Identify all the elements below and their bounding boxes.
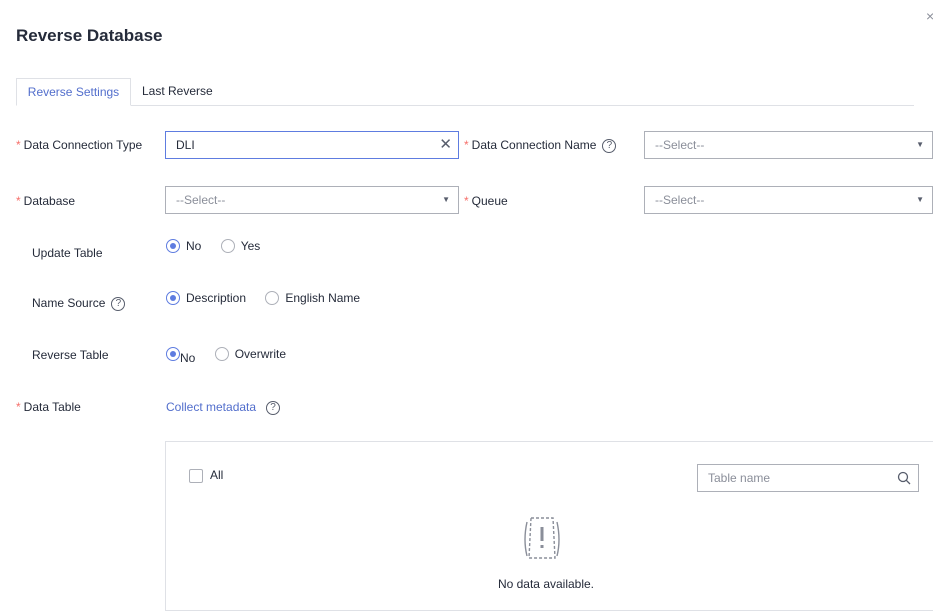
table-name-search-placeholder: Table name bbox=[708, 471, 771, 485]
reverse-table-no-radio[interactable] bbox=[166, 346, 180, 361]
update-table-no-radio[interactable] bbox=[166, 238, 180, 253]
close-dialog-icon[interactable]: × bbox=[926, 8, 933, 24]
dialog-title: Reverse Database bbox=[16, 26, 163, 45]
reverse-table-overwrite-label[interactable]: Overwrite bbox=[235, 347, 286, 361]
data-table-label: * Data Table bbox=[16, 400, 81, 414]
reverse-table-no-label[interactable]: No bbox=[180, 351, 195, 365]
queue-label: * Queue bbox=[464, 194, 508, 208]
name-source-radio-group: Description English Name bbox=[166, 290, 376, 305]
data-connection-type-value: DLI bbox=[176, 138, 195, 152]
queue-select[interactable]: --Select-- ▼ bbox=[644, 186, 933, 214]
select-all-label[interactable]: All bbox=[210, 468, 223, 482]
collect-metadata-link[interactable]: Collect metadata bbox=[166, 400, 256, 414]
search-icon[interactable] bbox=[897, 471, 911, 485]
tab-bar: Reverse Settings Last Reverse bbox=[16, 78, 914, 106]
help-icon[interactable]: ? bbox=[266, 400, 281, 415]
required-asterisk: * bbox=[16, 194, 21, 208]
collect-metadata-row: Collect metadata? bbox=[166, 400, 281, 415]
tab-last-reverse[interactable]: Last Reverse bbox=[132, 78, 223, 106]
data-table-panel: All Table name No data available. bbox=[165, 441, 933, 611]
data-connection-type-input[interactable]: DLI ✕ bbox=[165, 131, 459, 159]
database-select[interactable]: --Select-- ▼ bbox=[165, 186, 459, 214]
name-source-english-name-radio[interactable] bbox=[265, 290, 280, 305]
chevron-down-icon: ▼ bbox=[916, 195, 924, 204]
update-table-yes-label[interactable]: Yes bbox=[241, 239, 261, 253]
update-table-yes-radio[interactable] bbox=[220, 238, 235, 253]
required-asterisk: * bbox=[464, 138, 469, 152]
data-connection-name-label: * Data Connection Name? bbox=[464, 138, 617, 153]
close-icon[interactable]: ✕ bbox=[439, 132, 452, 158]
update-table-label: Update Table bbox=[32, 246, 103, 260]
help-icon[interactable]: ? bbox=[602, 138, 617, 153]
chevron-down-icon: ▼ bbox=[442, 195, 450, 204]
update-table-no-label[interactable]: No bbox=[186, 239, 201, 253]
table-name-search-input[interactable]: Table name bbox=[697, 464, 919, 492]
empty-state-icon bbox=[524, 517, 560, 559]
chevron-down-icon: ▼ bbox=[916, 140, 924, 149]
data-connection-name-placeholder: --Select-- bbox=[655, 138, 705, 152]
update-table-radio-group: No Yes bbox=[166, 238, 276, 253]
name-source-description-label[interactable]: Description bbox=[186, 291, 246, 305]
help-icon[interactable]: ? bbox=[111, 296, 126, 311]
reverse-table-label: Reverse Table bbox=[32, 348, 109, 362]
queue-placeholder: --Select-- bbox=[655, 193, 705, 207]
database-placeholder: --Select-- bbox=[176, 193, 226, 207]
name-source-english-name-label[interactable]: English Name bbox=[285, 291, 360, 305]
database-label: * Database bbox=[16, 194, 76, 208]
tab-reverse-settings[interactable]: Reverse Settings bbox=[16, 78, 131, 106]
required-asterisk: * bbox=[16, 400, 21, 414]
required-asterisk: * bbox=[464, 194, 469, 208]
select-all-checkbox[interactable] bbox=[189, 469, 203, 483]
required-asterisk: * bbox=[16, 138, 21, 152]
empty-state-text: No data available. bbox=[497, 577, 595, 591]
data-connection-name-select[interactable]: --Select-- ▼ bbox=[644, 131, 933, 159]
reverse-table-radio-group: No Overwrite bbox=[166, 346, 302, 365]
name-source-label: Name Source? bbox=[32, 296, 126, 311]
data-connection-type-label: * Data Connection Type bbox=[16, 138, 143, 152]
name-source-description-radio[interactable] bbox=[166, 290, 180, 305]
reverse-table-overwrite-radio[interactable] bbox=[214, 346, 229, 361]
